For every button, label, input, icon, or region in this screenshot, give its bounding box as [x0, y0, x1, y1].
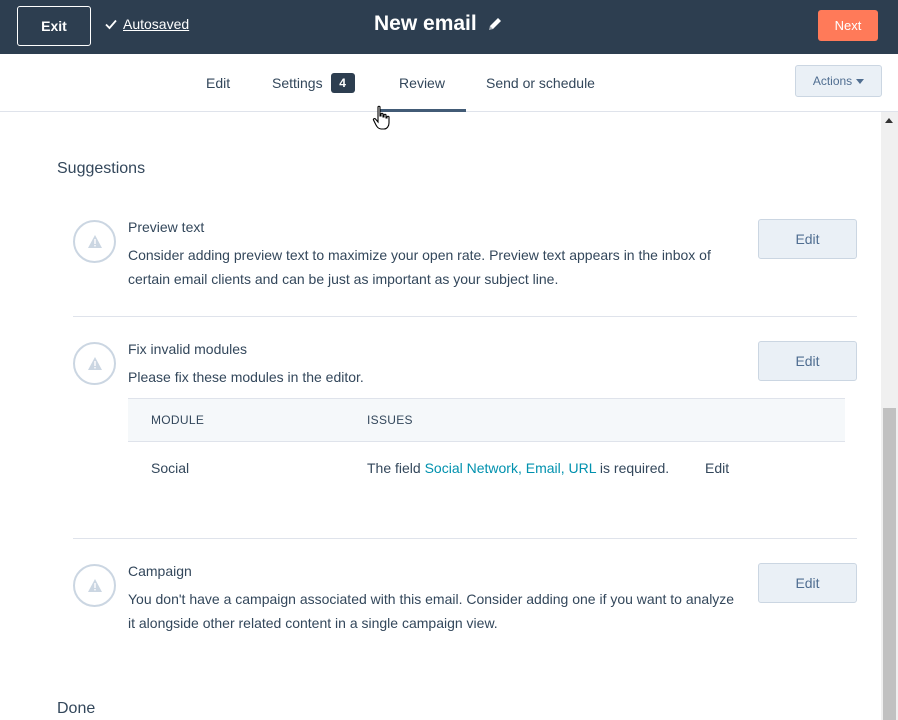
settings-count-badge: 4: [330, 72, 355, 93]
caret-down-icon: [856, 78, 865, 84]
autosaved-status[interactable]: Autosaved: [103, 16, 189, 32]
warning-circle: [73, 220, 116, 263]
suggestion-preview-text: Preview text Consider adding preview tex…: [73, 218, 857, 298]
done-heading: Done: [57, 700, 96, 717]
divider: [73, 538, 857, 539]
issue-fields-link[interactable]: Social Network, Email, URL: [425, 460, 596, 476]
table-row: Social The field Social Network, Email, …: [128, 442, 845, 498]
column-header-issues: ISSUES: [367, 413, 413, 427]
check-icon: [105, 19, 117, 30]
module-name: Social: [151, 460, 190, 476]
suggestion-description: Consider adding preview text to maximize…: [128, 247, 711, 287]
suggestion-title: Preview text: [128, 219, 205, 235]
warning-icon: [87, 357, 102, 370]
edit-campaign-button[interactable]: Edit: [758, 563, 857, 603]
page-title: New email: [374, 12, 477, 35]
table-header: MODULE ISSUES: [128, 398, 845, 442]
module-issue: The field Social Network, Email, URL is …: [367, 460, 669, 476]
suggestion-description: You don't have a campaign associated wit…: [128, 591, 735, 631]
issue-suffix: is required.: [596, 460, 670, 476]
autosaved-link[interactable]: Autosaved: [123, 16, 189, 32]
invalid-modules-table: MODULE ISSUES Social The field Social Ne…: [128, 398, 845, 498]
exit-button[interactable]: Exit: [17, 6, 91, 46]
tab-bar: Edit Settings 4 Review Send or schedule …: [0, 54, 898, 112]
next-button[interactable]: Next: [818, 10, 878, 41]
column-header-module: MODULE: [151, 413, 205, 427]
edit-preview-text-button[interactable]: Edit: [758, 219, 857, 259]
email-title-group: New email: [374, 12, 503, 36]
tab-review[interactable]: Review: [378, 54, 466, 112]
pencil-icon[interactable]: [487, 16, 503, 32]
warning-circle: [73, 342, 116, 385]
actions-label: Actions: [812, 74, 853, 88]
tab-review-label: Review: [399, 74, 445, 91]
tab-send-or-schedule[interactable]: Send or schedule: [486, 54, 595, 111]
divider: [73, 316, 857, 317]
suggestion-description: Please fix these modules in the editor.: [128, 369, 364, 385]
tab-edit[interactable]: Edit: [206, 54, 230, 111]
warning-icon: [87, 235, 102, 248]
warning-circle: [73, 564, 116, 607]
tab-settings-label: Settings: [272, 74, 323, 91]
warning-icon: [87, 579, 102, 592]
suggestion-campaign: Campaign You don't have a campaign assoc…: [73, 562, 857, 642]
tab-settings[interactable]: Settings 4: [272, 54, 355, 111]
actions-dropdown-button[interactable]: Actions: [795, 65, 882, 97]
scrollbar-thumb[interactable]: [883, 408, 896, 720]
module-edit-link[interactable]: Edit: [705, 460, 729, 476]
suggestion-title: Fix invalid modules: [128, 341, 248, 357]
hand-pointer-icon: [372, 105, 390, 130]
issue-prefix: The field: [367, 460, 425, 476]
scroll-up-arrow-icon[interactable]: [885, 118, 893, 123]
top-header: Exit Autosaved New email Next: [0, 0, 898, 54]
edit-modules-button[interactable]: Edit: [758, 341, 857, 381]
suggestions-heading: Suggestions: [57, 160, 146, 177]
suggestion-fix-invalid-modules: Fix invalid modules Please fix these mod…: [73, 340, 857, 400]
suggestion-title: Campaign: [128, 563, 192, 579]
